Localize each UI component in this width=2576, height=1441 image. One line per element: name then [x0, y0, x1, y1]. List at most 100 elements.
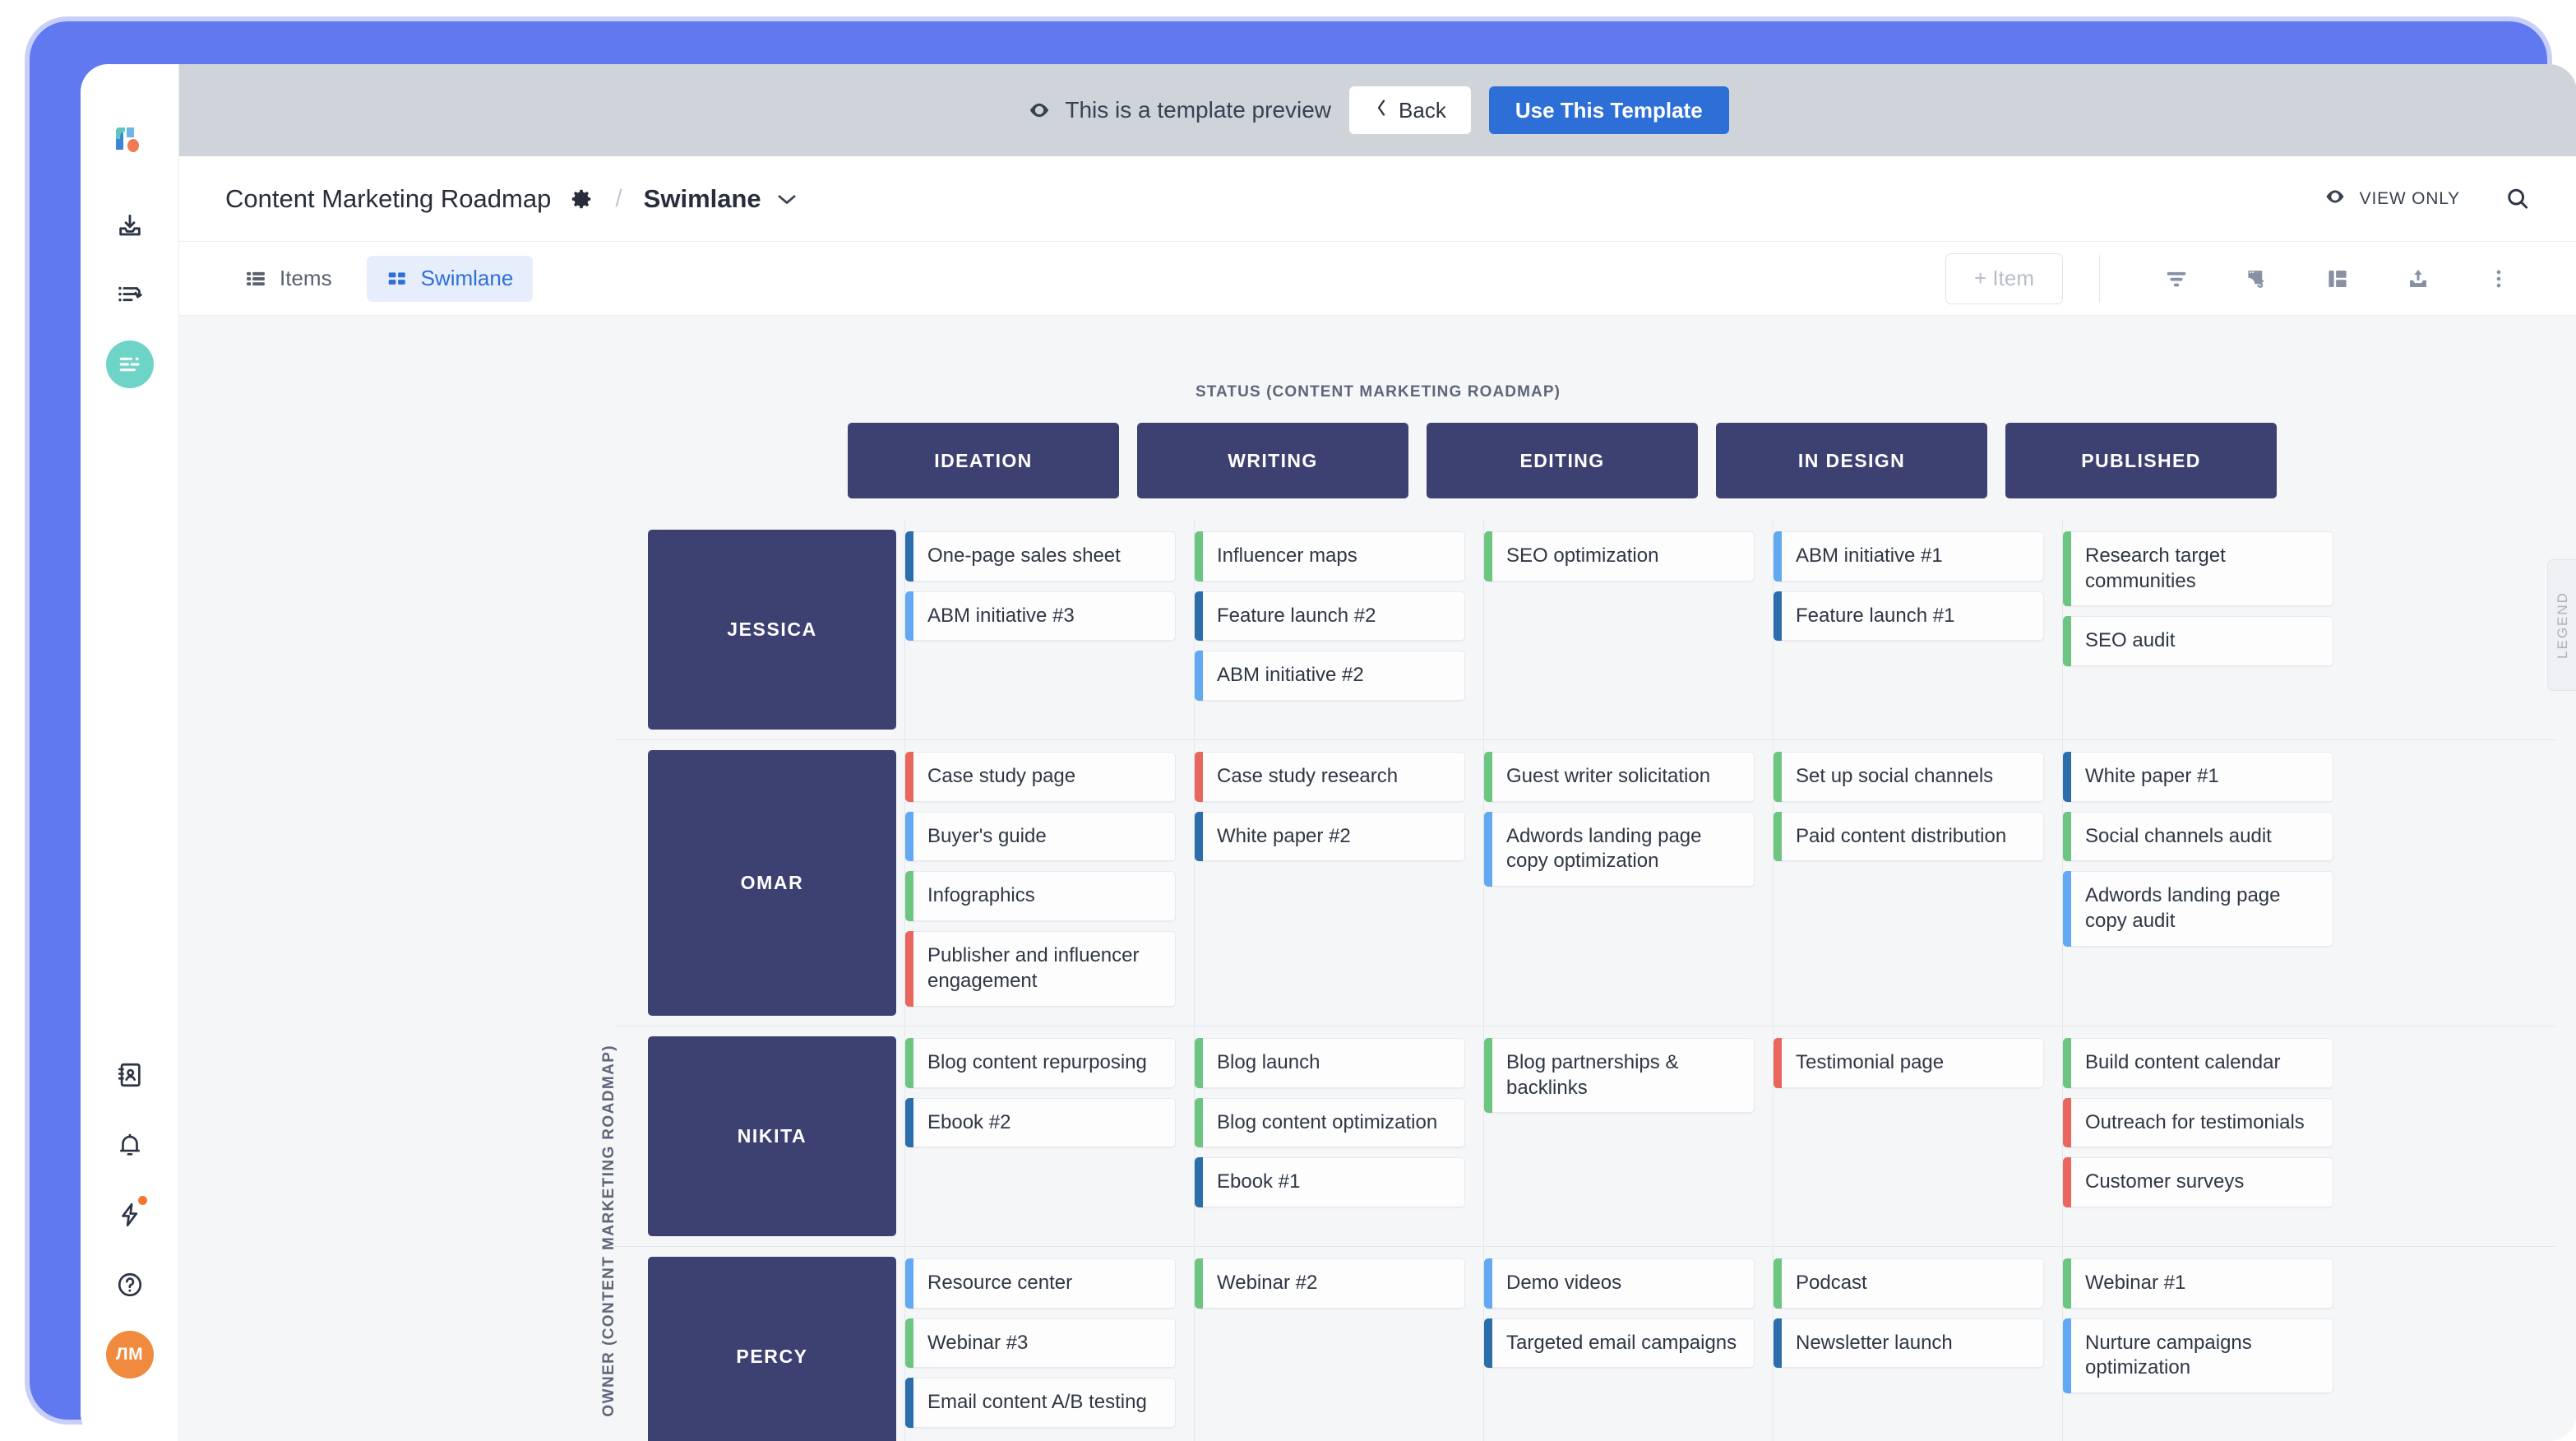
roadmap-item-card[interactable]: Nurture campaigns optimization: [2063, 1318, 2333, 1394]
roadmunk-logo[interactable]: [106, 115, 154, 163]
share-link-icon[interactable]: [2235, 257, 2279, 301]
page-title: Content Marketing Roadmap: [225, 183, 552, 213]
roadmap-item-card[interactable]: Newsletter launch: [1774, 1318, 2044, 1369]
roadmap-item-card[interactable]: Blog content optimization: [1195, 1097, 1465, 1148]
swimlane-cell: Blog launch Blog content optimization Eboo…: [1194, 1026, 1483, 1246]
avatar-initials: ЛМ: [115, 1345, 144, 1364]
legend-tab[interactable]: LEGEND: [2547, 559, 2576, 691]
roadmap-item-card[interactable]: Adwords landing page copy optimization: [1484, 811, 1755, 887]
contacts-icon[interactable]: [106, 1051, 154, 1099]
chevron-left-icon: [1374, 98, 1389, 123]
roadmap-item-card[interactable]: Case study page: [905, 752, 1176, 802]
roadmap-item-card[interactable]: ABM initiative #3: [905, 591, 1176, 642]
notifications-bell-icon[interactable]: [106, 1121, 154, 1169]
whats-new-bolt-icon[interactable]: [106, 1191, 154, 1239]
template-preview-banner: This is a template preview Back Use This…: [179, 64, 2576, 156]
roadmap-item-card[interactable]: Publisher and influencer engagement: [905, 931, 1176, 1008]
column-header: WRITING: [1137, 423, 1408, 498]
roadmap-list-icon[interactable]: [106, 271, 154, 319]
roadmap-item-card[interactable]: Research target communities: [2063, 531, 2333, 607]
roadmap-item-card[interactable]: Webinar #3: [905, 1318, 1176, 1369]
row-cells: Case study page Buyer's guide Infographics…: [904, 740, 2555, 1026]
help-icon[interactable]: [106, 1261, 154, 1309]
roadmap-item-card[interactable]: Adwords landing page copy audit: [2063, 871, 2333, 948]
owner-header-cell: NIKITA: [615, 1026, 904, 1246]
roadmap-item-card[interactable]: Resource center: [905, 1258, 1176, 1309]
column-header-row: IDEATION WRITING EDITING IN DESIGN PUBLISHED: [848, 423, 2295, 498]
breadcrumb-separator: /: [615, 184, 622, 212]
add-item-button[interactable]: + Item: [1945, 253, 2063, 304]
back-button[interactable]: Back: [1349, 86, 1471, 134]
use-this-template-button[interactable]: Use This Template: [1488, 86, 1729, 134]
roadmap-item-card[interactable]: Social channels audit: [2063, 811, 2333, 862]
owner-label: JESSICA: [648, 530, 896, 730]
roadmap-item-card[interactable]: Ebook #2: [905, 1097, 1176, 1148]
legend-tab-label: LEGEND: [2554, 591, 2570, 659]
swimlane-row: NIKITA Blog content repurposing Ebook #2 Bl…: [615, 1026, 2555, 1247]
tab-items[interactable]: Items: [225, 256, 352, 302]
swimlane-row: PERCY Resource center Webinar #3 Email cont…: [615, 1247, 2555, 1441]
decorative-blue-border: ЛМ This is a template preview Back Use T…: [30, 21, 2576, 1441]
column-header: IDEATION: [848, 423, 1119, 498]
owner-header-cell: PERCY: [615, 1247, 904, 1441]
owner-header-cell: JESSICA: [615, 520, 904, 739]
chevron-down-icon[interactable]: [776, 192, 798, 206]
roadmap-item-card[interactable]: Build content calendar: [2063, 1038, 2333, 1088]
roadmap-item-card[interactable]: Guest writer solicitation: [1484, 752, 1755, 802]
layout-panels-icon[interactable]: [2315, 257, 2360, 301]
roadmap-item-card[interactable]: Paid content distribution: [1774, 811, 2044, 862]
swimlane-board: STATUS (CONTENT MARKETING ROADMAP) OWNER…: [179, 316, 2576, 1441]
header-bar: Content Marketing Roadmap / Swimlane VIE…: [179, 156, 2576, 242]
roadmap-item-card[interactable]: Influencer maps: [1195, 531, 1465, 581]
banner-message: This is a template preview: [1065, 97, 1332, 123]
swimlane-cell: Resource center Webinar #3 Email content A…: [904, 1247, 1194, 1441]
roadmap-item-card[interactable]: SEO audit: [2063, 616, 2333, 667]
sidebar-item-roadmaps-active[interactable]: [105, 341, 154, 388]
roadmap-item-card[interactable]: SEO optimization: [1484, 531, 1755, 581]
gear-icon[interactable]: [569, 187, 594, 211]
main-content: This is a template preview Back Use This…: [179, 64, 2576, 1441]
owner-label: OMAR: [648, 750, 896, 1016]
app-frame: ЛМ This is a template preview Back Use T…: [0, 0, 2576, 1441]
roadmap-item-card[interactable]: Blog content repurposing: [905, 1038, 1176, 1088]
row-cells: Resource center Webinar #3 Email content A…: [904, 1247, 2555, 1441]
roadmap-item-card[interactable]: Podcast: [1774, 1258, 2044, 1309]
roadmap-item-card[interactable]: Feature launch #2: [1195, 591, 1465, 642]
roadmap-item-card[interactable]: Demo videos: [1484, 1258, 1755, 1309]
roadmap-item-card[interactable]: Webinar #2: [1195, 1258, 1465, 1309]
roadmap-item-card[interactable]: ABM initiative #1: [1774, 531, 2044, 581]
search-icon[interactable]: [2504, 186, 2531, 212]
roadmap-item-card[interactable]: Testimonial page: [1774, 1038, 2044, 1088]
roadmap-item-card[interactable]: White paper #2: [1195, 811, 1465, 862]
roadmap-item-card[interactable]: Case study research: [1195, 752, 1465, 802]
roadmap-item-card[interactable]: Set up social channels: [1774, 752, 2044, 802]
header-right-group: VIEW ONLY: [2324, 185, 2531, 213]
filter-icon[interactable]: [2154, 257, 2199, 301]
roadmap-item-card[interactable]: Outreach for testimonials: [2063, 1097, 2333, 1148]
swimlane-cell: Guest writer solicitation Adwords landing…: [1483, 740, 1773, 1026]
swimlane-cell: Research target communities SEO audit: [2062, 520, 2352, 739]
view-only-indicator: VIEW ONLY: [2324, 185, 2460, 213]
export-upload-icon[interactable]: [2396, 257, 2440, 301]
roadmap-item-card[interactable]: Infographics: [905, 871, 1176, 922]
roadmap-item-card[interactable]: ABM initiative #2: [1195, 651, 1465, 702]
roadmap-item-card[interactable]: White paper #1: [2063, 752, 2333, 802]
roadmap-item-card[interactable]: Email content A/B testing: [905, 1378, 1176, 1429]
swimlane-cell: SEO optimization: [1483, 520, 1773, 739]
roadmap-item-card[interactable]: Blog launch: [1195, 1038, 1465, 1088]
roadmap-item-card[interactable]: Buyer's guide: [905, 811, 1176, 862]
inbox-icon[interactable]: [106, 202, 154, 250]
swimlane-cell: Demo videos Targeted email campaigns: [1483, 1247, 1773, 1441]
roadmap-item-card[interactable]: Blog partnerships & backlinks: [1484, 1038, 1755, 1114]
swimlane-row: OMAR Case study page Buyer's guide Infograp…: [615, 740, 2555, 1026]
roadmap-item-card[interactable]: Feature launch #1: [1774, 591, 2044, 642]
swimlane-cell: One-page sales sheet ABM initiative #3: [904, 520, 1194, 739]
more-options-icon[interactable]: [2477, 257, 2521, 301]
avatar[interactable]: ЛМ: [105, 1331, 154, 1378]
roadmap-item-card[interactable]: Webinar #1: [2063, 1258, 2333, 1309]
roadmap-item-card[interactable]: Targeted email campaigns: [1484, 1318, 1755, 1369]
roadmap-item-card[interactable]: Customer surveys: [2063, 1157, 2333, 1208]
roadmap-item-card[interactable]: One-page sales sheet: [905, 531, 1176, 581]
tab-swimlane[interactable]: Swimlane: [366, 255, 534, 302]
roadmap-item-card[interactable]: Ebook #1: [1195, 1157, 1465, 1208]
